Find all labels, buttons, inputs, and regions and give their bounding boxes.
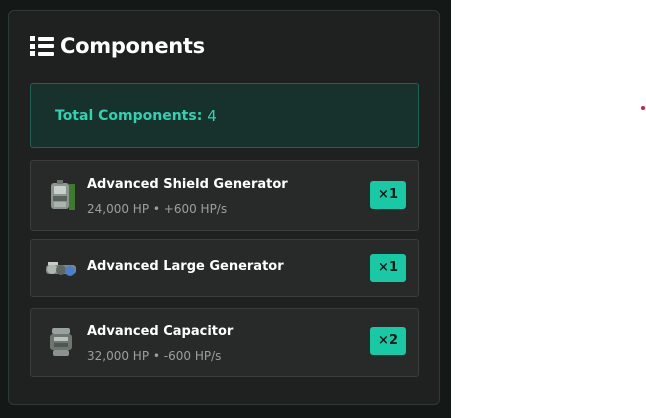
component-stats: 32,000 HP • -600 HP/s [87,349,222,363]
components-panel: Components Total Components: 4 Advanced … [8,10,440,405]
component-name: Advanced Capacitor [87,324,234,339]
component-name: Advanced Large Generator [87,259,284,274]
component-stats: 24,000 HP • +600 HP/s [87,202,228,216]
total-components-value: 4 [207,106,217,125]
quantity-badge: ×1 [370,254,406,282]
shield-generator-icon [45,180,77,212]
list-icon [30,36,54,56]
panel-header: Components [30,34,205,58]
quantity-badge: ×2 [370,327,406,355]
component-item-capacitor[interactable]: Advanced Capacitor 32,000 HP • -600 HP/s… [30,308,419,377]
large-generator-icon [45,253,77,285]
quantity-badge: ×1 [370,181,406,209]
capacitor-icon [45,326,77,358]
component-item-shield-generator[interactable]: Advanced Shield Generator 24,000 HP • +6… [30,160,419,231]
total-components-label: Total Components: [55,107,203,124]
indicator-dot [641,106,645,110]
panel-title: Components [60,34,205,58]
component-name: Advanced Shield Generator [87,177,288,192]
component-item-large-generator[interactable]: Advanced Large Generator ×1 [30,239,419,297]
total-components-summary: Total Components: 4 [30,83,419,148]
